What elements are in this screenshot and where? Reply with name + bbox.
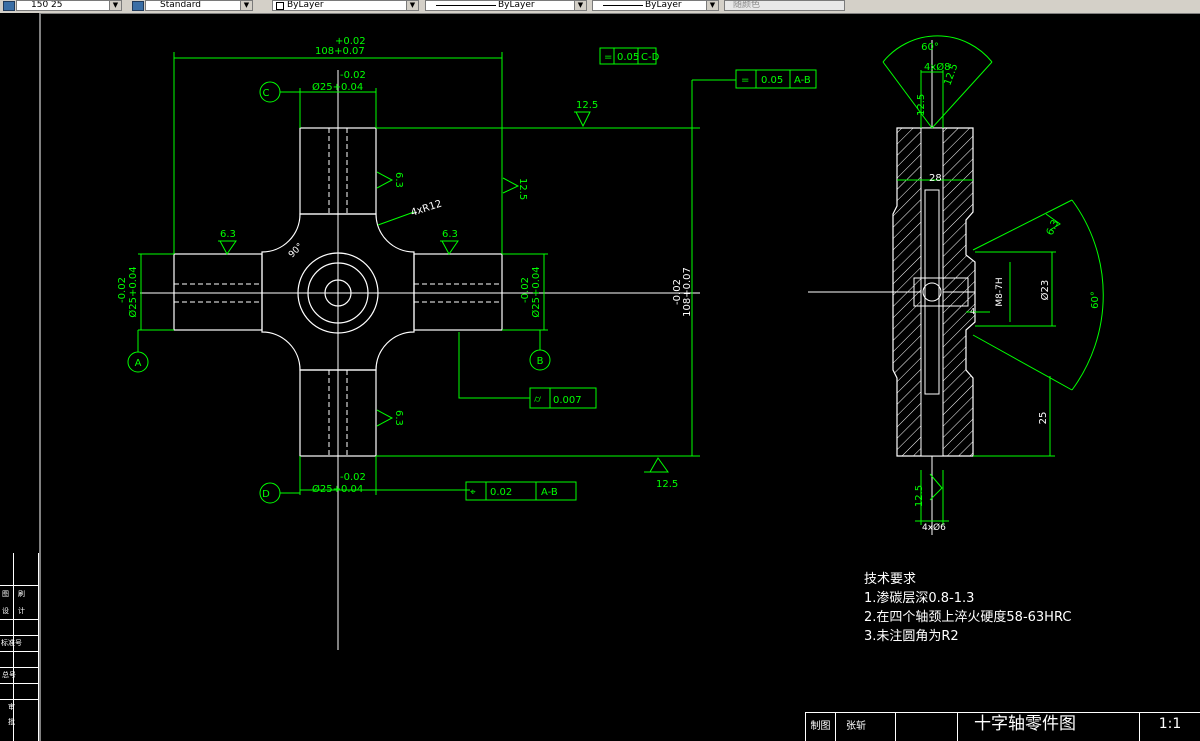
lineweight-select[interactable]: ByLayer ▼: [592, 0, 719, 11]
properties-toolbar: 150 25 ▼ Standard ▼ ByLayer ▼ ByLayer ▼ …: [0, 0, 1200, 14]
sidebar-label: 总号: [2, 671, 16, 679]
cyl-tol: 0.007: [553, 395, 582, 406]
rough-63-left: 6.3: [220, 229, 236, 240]
textstyle-icon[interactable]: [3, 1, 15, 11]
sidebar-label: 标准号: [1, 639, 22, 647]
rough-63-top: 6.3: [393, 172, 404, 188]
flat-tol: 0.05: [617, 52, 639, 63]
drawn-label: 制图: [805, 712, 835, 741]
right-dia-tol: -0.02: [520, 277, 531, 303]
bottom-dia-tol: -0.02: [340, 472, 366, 483]
chevron-down-icon[interactable]: ▼: [240, 1, 252, 10]
bottom-holes: 4xØ6: [922, 522, 946, 533]
datum-b: B: [537, 356, 544, 367]
sidebar-label: 审: [8, 703, 15, 711]
datum-a: A: [135, 358, 142, 369]
rflat-tol: 0.05: [761, 75, 783, 86]
notes-title: 技术要求: [864, 572, 917, 587]
linetype-select[interactable]: ByLayer ▼: [425, 0, 587, 11]
rflat-ref: A-B: [794, 75, 811, 86]
notes-line: 3.未注圆角为R2: [864, 629, 959, 644]
front-view: +0.02 108+0.07 = 0.05 C-D -0.02 Ø25+0.04…: [117, 36, 817, 650]
notes-line: 2.在四个轴颈上淬火硬度58-63HRC: [864, 610, 1072, 625]
lineweight-preview: [603, 5, 643, 6]
top-dia-tol: -0.02: [340, 70, 366, 81]
left-dia: Ø25+0.04: [127, 266, 139, 317]
datum-d: D: [262, 489, 270, 500]
dimstyle-value: Standard: [160, 0, 201, 10]
top-dia: Ø25+0.04: [312, 81, 363, 93]
color-value: 随颜色: [733, 0, 761, 10]
chevron-down-icon[interactable]: ▼: [109, 1, 121, 10]
chevron-down-icon[interactable]: ▼: [574, 1, 586, 10]
notes-line: 1.渗碳层深0.8-1.3: [864, 591, 975, 606]
angle-90: 90°: [287, 242, 305, 260]
sidebar-label: 批: [8, 718, 15, 726]
rough-125-bottom: 12.5: [656, 479, 678, 490]
dimstyle-select[interactable]: Standard ▼: [145, 0, 253, 11]
flat-ref: C-D: [641, 52, 660, 63]
rough-125-top: 12.5: [576, 100, 598, 111]
bottom-dia: Ø25+0.04: [312, 483, 363, 495]
datum-c: C: [263, 88, 270, 99]
top-angle: 60°: [921, 42, 939, 53]
chevron-down-icon[interactable]: ▼: [406, 1, 418, 10]
sidebar-label: 计: [18, 607, 25, 615]
title-block: 制图 张斩 十字轴零件图 1:1: [805, 712, 1200, 741]
pos-ref: A-B: [541, 487, 558, 498]
dimstyle-icon[interactable]: [132, 1, 144, 11]
rough-63-side: 6.3: [1045, 218, 1062, 237]
layer-value: ByLayer: [287, 0, 324, 10]
technical-requirements: 技术要求 1.渗碳层深0.8-1.3 2.在四个轴颈上淬火硬度58-63HRC …: [864, 570, 1071, 646]
dia-23: Ø23: [1039, 280, 1051, 301]
drawing-title: 十字轴零件图: [957, 712, 1139, 741]
linetype-value: ByLayer: [498, 0, 535, 10]
fillet-note: 4xR12: [410, 199, 444, 219]
right-dia: Ø25+0.04: [530, 266, 542, 317]
cyl-icon: ⌭: [534, 394, 542, 405]
height-dim: 108+0.07: [682, 267, 693, 317]
rough-125-b: 12.5: [916, 94, 927, 116]
scale-value: 1:1: [1139, 712, 1200, 741]
textstyle-select[interactable]: 150 25 ▼: [16, 0, 122, 11]
sidebar-label: 设: [2, 607, 9, 615]
linetype-preview: [436, 5, 496, 6]
pos-tol: 0.02: [490, 487, 512, 498]
angle-60: 60°: [1090, 291, 1101, 309]
sidebar-label: 图: [2, 590, 9, 598]
rflat-sym: =: [741, 75, 749, 86]
width-dim: 108+0.07: [315, 46, 365, 57]
layer-select[interactable]: ByLayer ▼: [272, 0, 419, 11]
position-icon: ⌖: [470, 487, 476, 498]
left-title-strip: 图 刷 设 计 标准号 总号 审 批: [0, 13, 39, 741]
rough-125-right: 12.5: [517, 178, 528, 200]
dim-4: 4: [970, 307, 975, 316]
sidebar-label: 刷: [18, 590, 25, 598]
color-swatch-icon: [276, 2, 284, 10]
lineweight-value: ByLayer: [645, 0, 682, 10]
flat-sym: =: [604, 52, 612, 63]
dim-25: 25: [1038, 412, 1049, 425]
rough-125-c: 12.5: [914, 485, 925, 507]
left-dia-tol: -0.02: [117, 277, 128, 303]
side-view: 60° 4xØ8 12.5 12.5 28 6.3 60° M8-7H Ø23 …: [808, 35, 1104, 535]
dim-28: 28: [929, 173, 942, 184]
rough-63-bottom: 6.3: [393, 410, 404, 426]
plotstyle-select[interactable]: 随颜色: [724, 0, 845, 11]
rough-63-right: 6.3: [442, 229, 458, 240]
chevron-down-icon[interactable]: ▼: [706, 1, 718, 10]
textstyle-value: 150 25: [31, 0, 63, 10]
checked-label: 张斩: [835, 712, 895, 741]
thread-dim: M8-7H: [995, 277, 1005, 306]
